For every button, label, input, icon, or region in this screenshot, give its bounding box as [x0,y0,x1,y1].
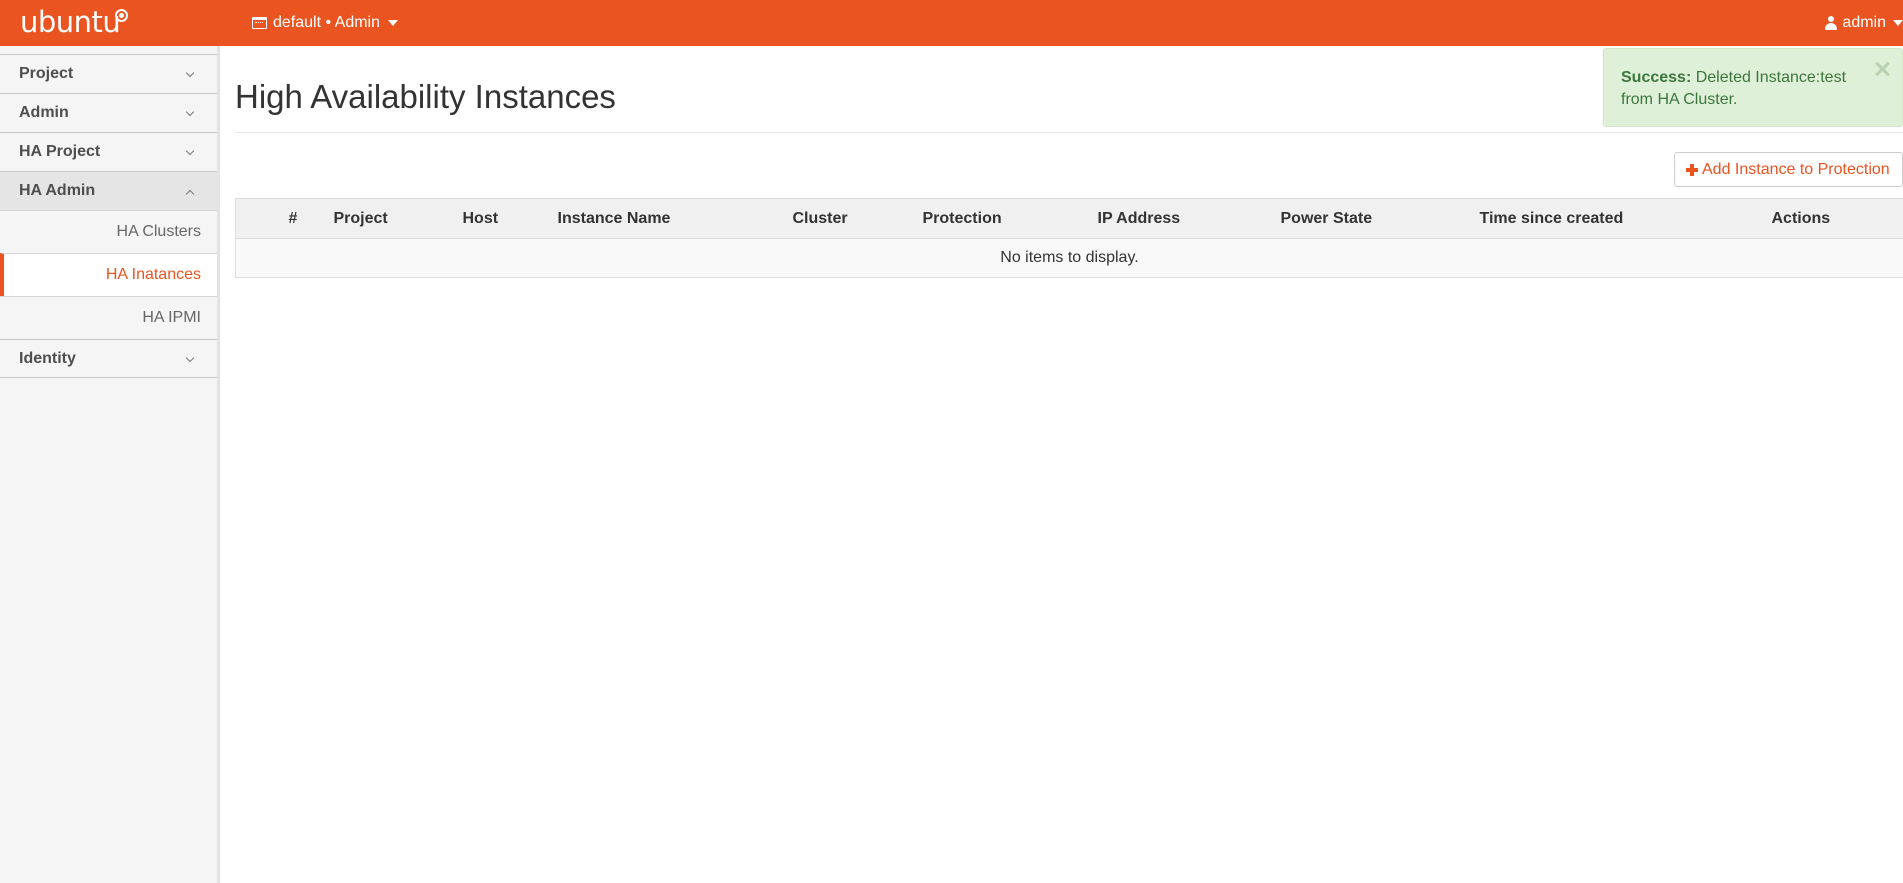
column-header-actions: Actions [1771,198,1903,239]
sidebar-item-label: HA Inatances [105,266,201,283]
header-spacer [235,198,289,239]
brand-logo[interactable]: ubuntu [20,4,121,40]
column-header-power-state[interactable]: Power State [1280,198,1480,239]
chevron-down-icon [185,68,195,78]
success-alert: Success: Deleted Instance:test from HA C… [1603,48,1903,127]
sidebar-group-admin[interactable]: Admin [0,93,217,132]
title-divider [235,132,1903,133]
sidebar: Project Admin HA Project HA Admin HA Clu… [0,46,220,883]
chevron-up-icon [185,189,195,199]
chevron-down-icon [185,353,195,363]
column-header-time-since-created[interactable]: Time since created [1479,198,1772,239]
sidebar-item-label: HA Clusters [116,223,201,240]
sidebar-group-label: Project [19,65,74,82]
column-header-protection[interactable]: Protection [922,198,1098,239]
sidebar-group-identity[interactable]: Identity [0,339,217,378]
user-icon [1825,16,1838,30]
top-navbar: ubuntu default • Admin admin [0,0,1903,46]
add-instance-button-label: Add Instance to Protection [1702,160,1890,178]
caret-down-icon [1893,20,1903,26]
table-header-row: # Project Host Instance Name Cluster Pro… [235,198,1903,239]
sidebar-group-label: HA Admin [19,182,96,199]
calendar-icon [252,17,267,29]
sidebar-item-ha-instances[interactable]: HA Inatances [0,253,217,296]
column-header-instance-name[interactable]: Instance Name [557,198,793,239]
close-icon[interactable] [1874,61,1890,77]
sidebar-group-ha-project[interactable]: HA Project [0,132,217,171]
empty-message: No items to display. [235,238,1903,278]
column-header-cluster[interactable]: Cluster [792,198,923,239]
column-header-host[interactable]: Host [462,198,558,239]
sidebar-group-project[interactable]: Project [0,54,217,93]
project-switcher-label: default • Admin [273,14,380,31]
sidebar-group-label: Identity [19,349,76,367]
plus-icon [1686,163,1698,176]
column-header-index[interactable]: # [288,198,334,239]
caret-down-icon [388,20,398,26]
registered-mark-icon [115,9,128,22]
sidebar-group-ha-admin[interactable]: HA Admin [0,171,217,210]
alert-title: Success: [1621,69,1692,86]
column-header-ip-address[interactable]: IP Address [1097,198,1281,239]
add-instance-button[interactable]: Add Instance to Protection [1674,152,1903,187]
chevron-down-icon [185,107,195,117]
page-title: High Availability Instances [235,78,616,115]
column-header-project[interactable]: Project [333,198,463,239]
sidebar-item-ha-clusters[interactable]: HA Clusters [0,210,217,253]
sidebar-item-ha-ipmi[interactable]: HA IPMI [0,296,217,339]
user-menu[interactable]: admin [1825,0,1903,46]
user-menu-label: admin [1842,14,1886,31]
sidebar-group-label: Admin [19,104,69,121]
instances-table: # Project Host Instance Name Cluster Pro… [235,198,1903,278]
sidebar-item-label: HA IPMI [142,309,201,326]
table-empty-row: No items to display. [235,238,1903,278]
sidebar-group-label: HA Project [19,143,101,160]
chevron-down-icon [185,146,195,156]
project-switcher[interactable]: default • Admin [252,0,398,46]
